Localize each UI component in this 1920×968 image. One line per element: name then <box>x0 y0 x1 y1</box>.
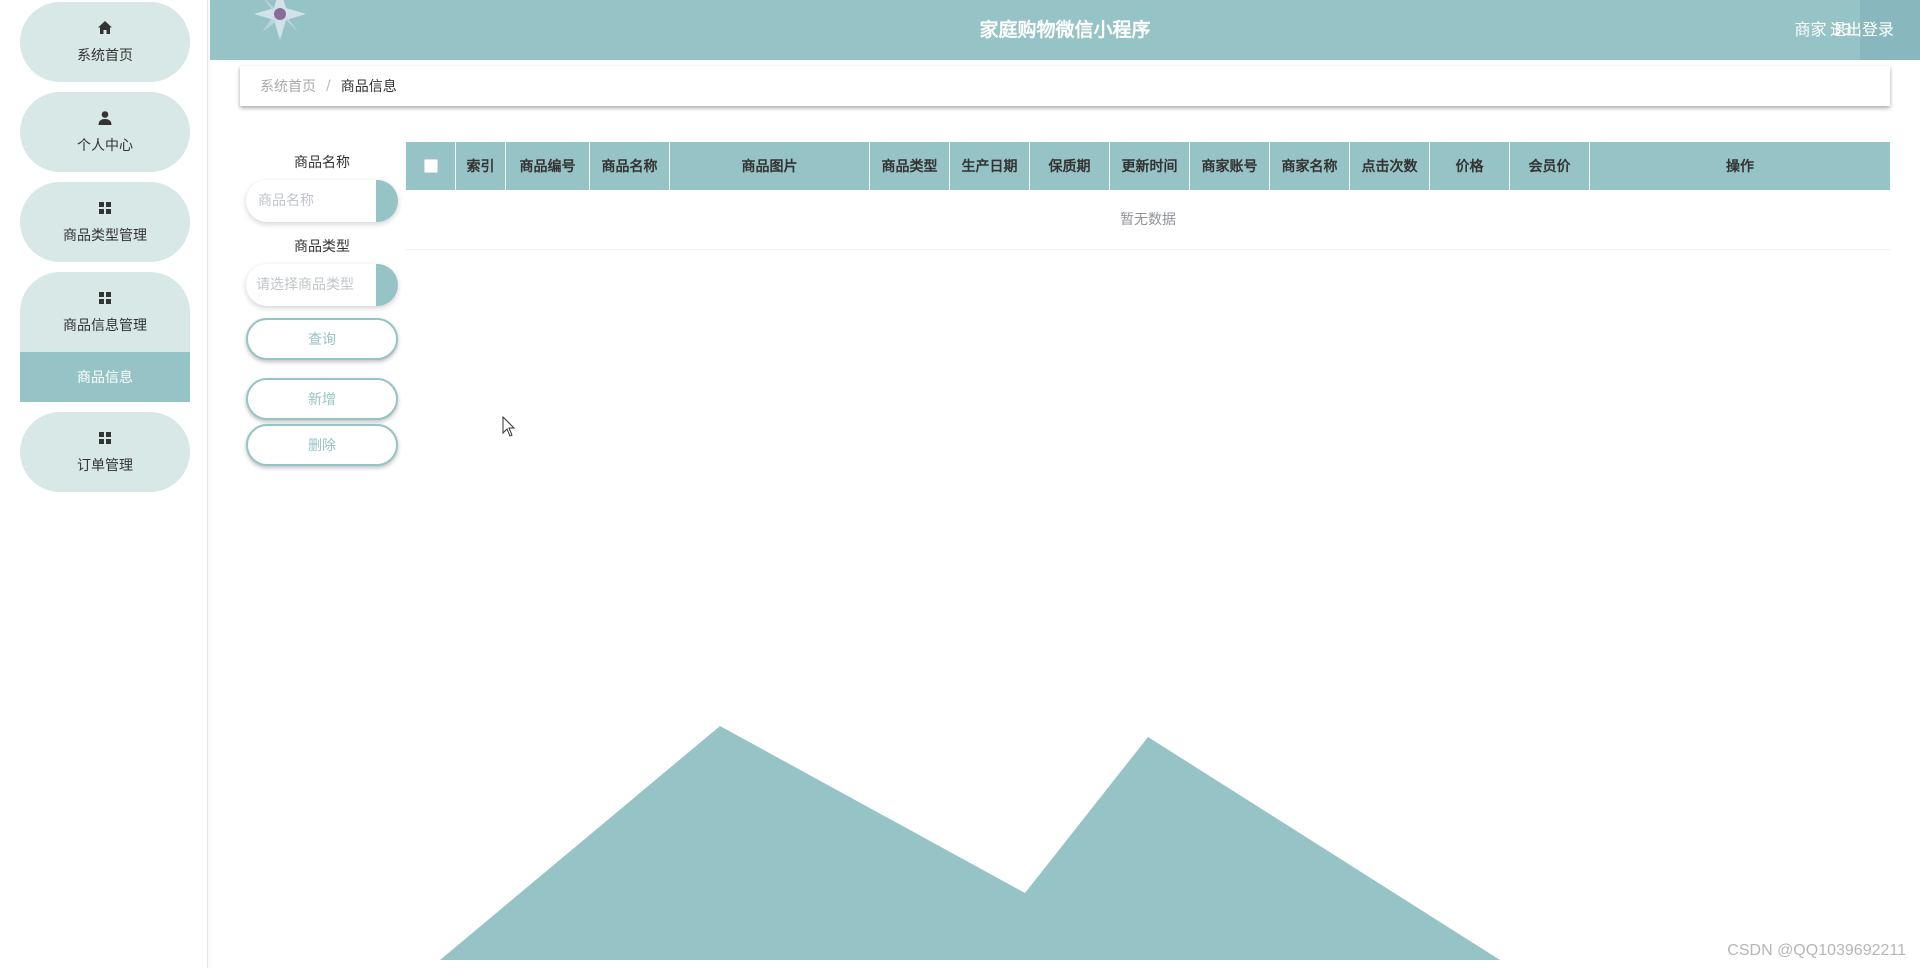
product-table: 索引 商品编号 商品名称 商品图片 商品类型 生产日期 保质期 更新时间 商家账… <box>406 142 1890 250</box>
sidebar-item-profile[interactable]: 个人中心 <box>20 92 190 172</box>
column-header[interactable]: 商家账号 <box>1190 142 1270 190</box>
submenu-item-label: 商品信息 <box>77 370 133 386</box>
column-header[interactable]: 商品名称 <box>590 142 670 190</box>
delete-button[interactable]: 删除 <box>246 424 398 466</box>
top-header: 家庭购物微信小程序 商家 33 退出登录 <box>210 0 1920 60</box>
column-header[interactable]: 商家名称 <box>1270 142 1350 190</box>
mountains-decoration <box>440 726 1500 960</box>
home-icon <box>98 20 112 34</box>
select-all-checkbox[interactable] <box>423 159 438 173</box>
sidebar-item-label: 个人中心 <box>77 137 133 154</box>
breadcrumb-home-link[interactable]: 系统首页 <box>260 76 316 96</box>
select-all-cell <box>406 142 456 190</box>
column-header[interactable]: 商品类型 <box>870 142 950 190</box>
logout-button[interactable]: 退出登录 <box>1830 0 1894 60</box>
product-type-label: 商品类型 <box>294 239 350 255</box>
mouse-cursor-icon <box>502 416 516 437</box>
product-type-select[interactable]: 请选择商品类型 <box>246 264 398 306</box>
column-header[interactable]: 更新时间 <box>1110 142 1190 190</box>
breadcrumb-separator: / <box>326 78 331 94</box>
product-name-field <box>246 180 398 222</box>
grid-icon <box>99 431 111 444</box>
submenu-item-product-info[interactable]: 商品信息 <box>20 352 190 402</box>
grid-icon <box>99 201 111 214</box>
breadcrumb-current: 商品信息 <box>340 79 397 95</box>
sidebar-item-label: 商品信息管理 <box>63 317 147 334</box>
sidebar-item-order-management[interactable]: 订单管理 <box>20 412 190 492</box>
select-accent-cap <box>376 264 398 306</box>
column-header[interactable]: 点击次数 <box>1350 142 1430 190</box>
app-title: 家庭购物微信小程序 <box>979 19 1151 41</box>
product-type-placeholder: 请选择商品类型 <box>256 277 354 293</box>
column-header[interactable]: 索引 <box>456 142 506 190</box>
column-header[interactable]: 商品编号 <box>506 142 590 190</box>
query-button[interactable]: 查询 <box>246 318 398 360</box>
sidebar-item-label: 系统首页 <box>77 47 133 64</box>
add-button[interactable]: 新增 <box>246 378 398 420</box>
sidebar-item-label: 订单管理 <box>77 457 133 474</box>
grid-icon <box>99 291 111 304</box>
table-header: 索引 商品编号 商品名称 商品图片 商品类型 生产日期 保质期 更新时间 商家账… <box>406 142 1890 190</box>
sidebar: 系统首页 个人中心 商品类型管理 商品信息管理 商品信息 订单管理 <box>0 0 208 968</box>
input-accent-cap <box>376 180 398 222</box>
product-name-label: 商品名称 <box>294 155 350 171</box>
column-header: 操作 <box>1726 159 1754 175</box>
table-empty-state: 暂无数据 <box>406 190 1890 250</box>
column-header[interactable]: 商品图片 <box>670 142 870 190</box>
sidebar-item-label: 商品类型管理 <box>63 227 147 244</box>
column-header[interactable]: 价格 <box>1430 142 1510 190</box>
sidebar-item-home[interactable]: 系统首页 <box>20 2 190 82</box>
sidebar-item-product-management[interactable]: 商品信息管理 <box>20 272 190 352</box>
column-header[interactable]: 生产日期 <box>950 142 1030 190</box>
watermark: CSDN @QQ1039692211 <box>1727 942 1906 959</box>
user-icon <box>98 110 112 125</box>
column-header[interactable]: 会员价 <box>1510 142 1590 190</box>
breadcrumb: 系统首页 / 商品信息 <box>240 66 1890 106</box>
product-name-input[interactable] <box>246 180 376 222</box>
sidebar-item-category-management[interactable]: 商品类型管理 <box>20 182 190 262</box>
column-header[interactable]: 保质期 <box>1030 142 1110 190</box>
